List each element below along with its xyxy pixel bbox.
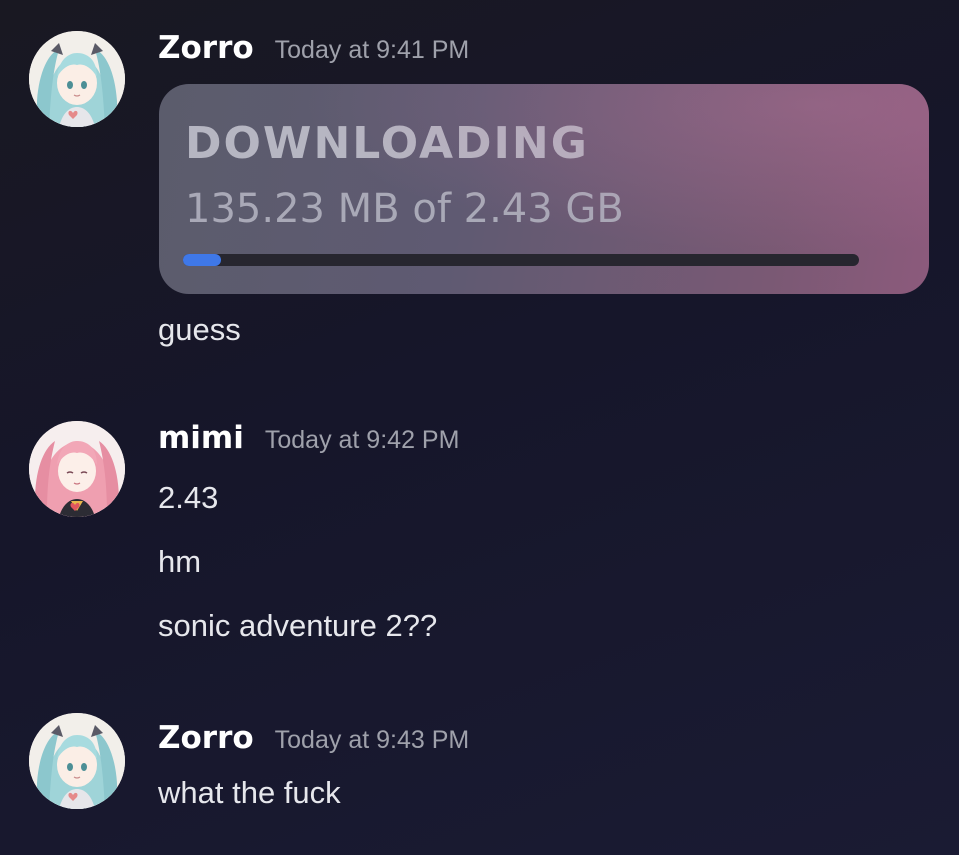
embed-size-text: 135.23 MB of 2.43 GB <box>185 186 624 232</box>
anime-girl-teal-hair-icon <box>29 713 125 809</box>
message-text: guess <box>158 312 241 347</box>
anime-girl-pink-hair-icon <box>29 421 125 517</box>
anime-girl-teal-hair-icon <box>29 31 125 127</box>
avatar-mimi[interactable] <box>29 421 125 517</box>
download-progress-bar <box>183 254 859 266</box>
avatar-zorro[interactable] <box>29 31 125 127</box>
timestamp: Today at 9:41 PM <box>274 36 470 64</box>
message-text: sonic adventure 2?? <box>158 608 438 643</box>
message-header: Zorro Today at 9:41 PM <box>158 30 469 66</box>
timestamp: Today at 9:42 PM <box>264 426 460 454</box>
message-text: what the fuck <box>158 775 341 810</box>
timestamp: Today at 9:43 PM <box>274 726 470 754</box>
embed-title: DOWNLOADING <box>185 118 589 169</box>
username[interactable]: Zorro <box>158 720 254 756</box>
message-text: hm <box>158 544 202 579</box>
avatar-zorro[interactable] <box>29 713 125 809</box>
message-header: Zorro Today at 9:43 PM <box>158 720 469 756</box>
download-embed: DOWNLOADING 135.23 MB of 2.43 GB <box>159 84 929 294</box>
chat-message-list: Zorro Today at 9:41 PM DOWNLOADING 135.2… <box>0 0 959 855</box>
username[interactable]: Zorro <box>158 30 254 66</box>
message-text: 2.43 <box>158 480 219 515</box>
download-progress-fill <box>183 254 221 266</box>
message-header: mimi Today at 9:42 PM <box>158 420 459 456</box>
username[interactable]: mimi <box>158 420 244 456</box>
